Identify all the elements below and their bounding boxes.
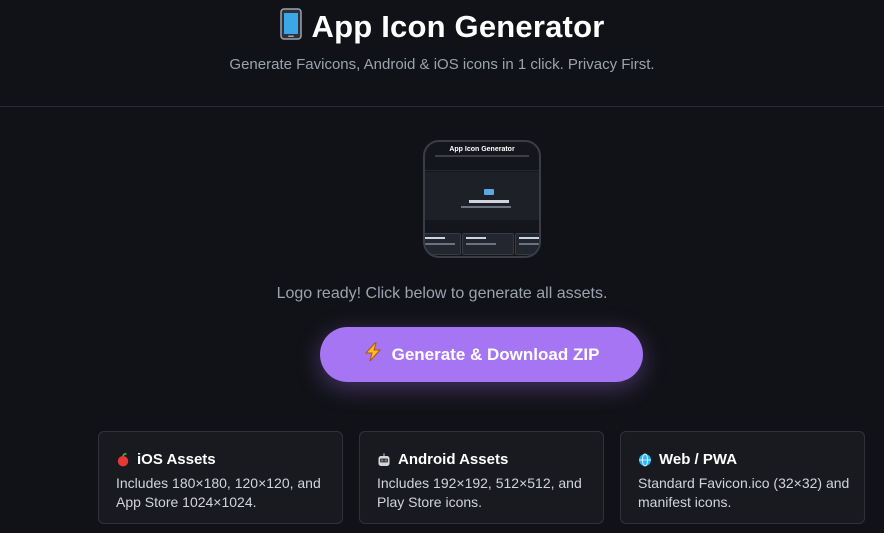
card-title: iOS Assets — [116, 451, 216, 468]
preview-card — [425, 233, 461, 255]
mobile-phone-icon — [279, 8, 302, 48]
apple-icon — [116, 452, 130, 467]
preview-dropzone — [425, 172, 539, 220]
robot-icon — [377, 453, 391, 467]
page-title: App Icon Generator — [0, 8, 884, 48]
page-header: App Icon Generator Generate Favicons, An… — [0, 0, 884, 107]
preview-upload-icon — [484, 189, 494, 195]
card-description: Includes 192×192, 512×512, and Play Stor… — [377, 475, 582, 510]
logo-preview: App Icon Generator — [423, 140, 541, 258]
generate-download-button[interactable]: Generate & Download ZIP — [320, 327, 643, 382]
preview-title: App Icon Generator — [449, 146, 515, 153]
generate-button-label: Generate & Download ZIP — [391, 344, 600, 364]
preview-divider — [425, 170, 539, 171]
preview-card — [462, 233, 514, 255]
preview-dropzone-text — [469, 200, 509, 203]
globe-icon — [638, 453, 652, 467]
lightning-icon — [364, 342, 382, 367]
card-title-text: Web / PWA — [659, 451, 738, 468]
preview-card — [515, 233, 539, 255]
android-assets-card: Android Assets Includes 192×192, 512×512… — [359, 431, 604, 524]
card-description: Standard Favicon.ico (32×32) and manifes… — [638, 475, 850, 510]
card-title: Web / PWA — [638, 451, 737, 468]
ios-assets-card: iOS Assets Includes 180×180, 120×120, an… — [98, 431, 343, 524]
status-text: Logo ready! Click below to generate all … — [276, 285, 608, 302]
preview-dropzone-hint — [461, 206, 511, 208]
page-subtitle: Generate Favicons, Android & iOS icons i… — [229, 56, 655, 73]
page-title-text: App Icon Generator — [311, 9, 605, 44]
card-title-text: iOS Assets — [137, 451, 216, 468]
preview-subtitle-line — [435, 155, 529, 157]
card-title-text: Android Assets — [398, 451, 509, 468]
web-pwa-card: Web / PWA Standard Favicon.ico (32×32) a… — [620, 431, 865, 524]
card-description: Includes 180×180, 120×120, and App Store… — [116, 475, 321, 510]
card-title: Android Assets — [377, 451, 508, 468]
